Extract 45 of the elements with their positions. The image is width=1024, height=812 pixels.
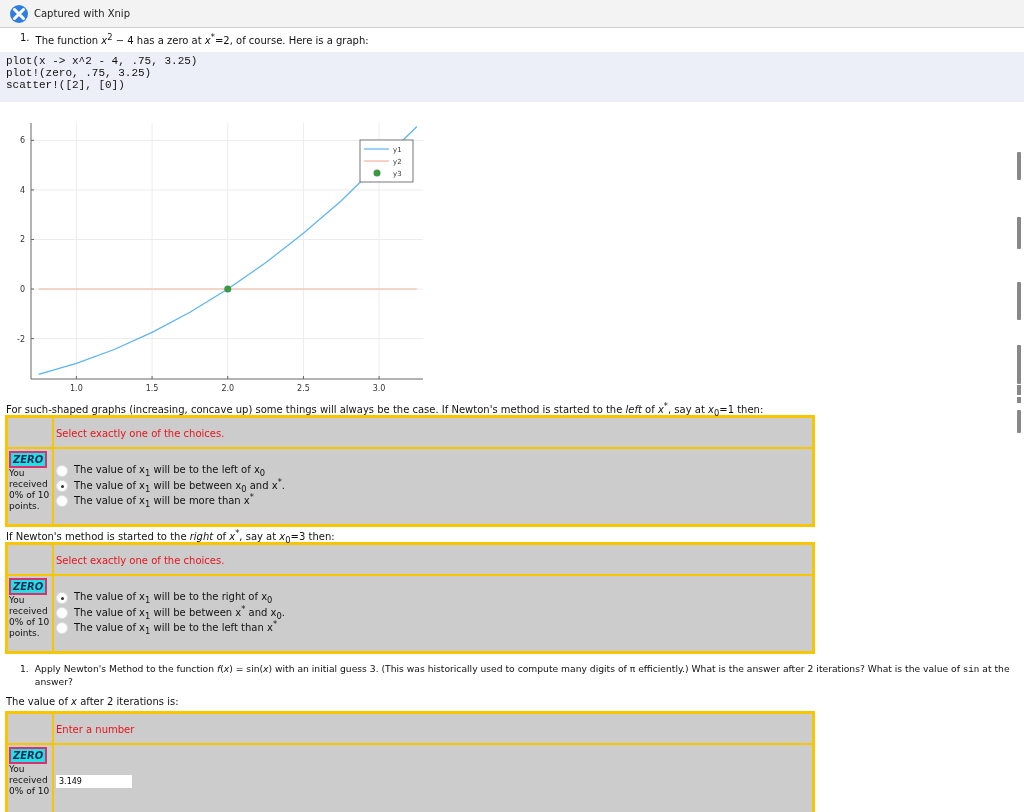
radio-button[interactable]: [56, 465, 68, 477]
score-text: You received 0% of 10: [9, 764, 51, 797]
legend-line-icon: [363, 160, 390, 162]
x-tick-label: 3.0: [372, 384, 386, 393]
score-text: You received 0% of 10 points.: [9, 468, 51, 512]
code-text: plot(x -> x^2 - 4, .75, 3.25) plot!(zero, .75, 3.25) scatter!([2], [0]): [6, 55, 198, 91]
y-tick-label: 6: [19, 136, 25, 146]
legend-marker-icon: [373, 169, 381, 177]
x-tick-label: 2.5: [297, 384, 310, 393]
legend-box: [359, 139, 414, 183]
choice-label: The value of x$_{1}$ will be more than x$^{*}$: [74, 492, 254, 510]
radio-button[interactable]: [56, 592, 68, 604]
choice-label: The value of x$_{1}$ will be between x$^{*}$ and x$_{0}$.: [74, 604, 285, 622]
radio-button[interactable]: [56, 622, 68, 634]
x-tick-label: 2.0: [221, 384, 235, 393]
choice-label: The value of x$_{1}$ will be to the left of x$_{0}$: [74, 464, 266, 478]
instruction-text: Enter a number: [56, 724, 135, 735]
x-tick-label: 1.0: [70, 384, 83, 393]
instruction-text: Select exactly one of the choices.: [56, 428, 225, 439]
radio-button[interactable]: [56, 607, 68, 619]
question-prompt: For such-shaped graphs (increasing, concave up) some things will always be the case. If Newton's method is started to the left of x$^{*}$, say at x$_{0}$=1 then:: [5, 400, 765, 415]
instruction-text: Select exactly one of the choices.: [56, 555, 225, 566]
capture-label: Captured with Xnip: [34, 8, 130, 19]
app-logo-icon: [10, 4, 28, 23]
radio-button[interactable]: [56, 495, 68, 507]
score-text: You received 0% of 10 points.: [9, 595, 51, 639]
radio-button[interactable]: [56, 480, 68, 492]
score-badge: ZERO: [9, 747, 48, 764]
legend-line-icon: [363, 148, 390, 150]
choice-label: The value of x$_{1}$ will be to the right of x$_{0}$: [74, 591, 273, 605]
answer-field[interactable]: 3.149: [56, 775, 132, 788]
x-tick-label: 1.5: [145, 384, 159, 393]
question-prompt: The value of x after 2 iterations is:: [5, 696, 180, 709]
y-tick-label: 0: [19, 285, 25, 295]
problem-text: Apply Newton's Method to the function f(x) = sin(x) with an initial guess 3. (This was historically used to compute many digits of π efficiently.) What is the answer after 2 iterations? What is the value of sin at the answer?: [34, 663, 1010, 688]
list-number: 1.: [20, 663, 29, 676]
y-tick-label: -2: [17, 334, 25, 344]
data-point: [224, 285, 232, 293]
list-number: 1.: [20, 31, 30, 45]
y-tick-label: 4: [19, 185, 25, 195]
y-tick-label: 2: [19, 235, 25, 245]
intro-text: The function x$^{2}$ − 4 has a zero at x$^{*}$=2, of course. Here is a graph:: [35, 31, 369, 46]
score-badge: ZERO: [9, 451, 48, 468]
score-badge: ZERO: [9, 578, 48, 595]
choice-label: The value of x$_{1}$ will be to the left than x$^{*}$: [74, 619, 278, 637]
